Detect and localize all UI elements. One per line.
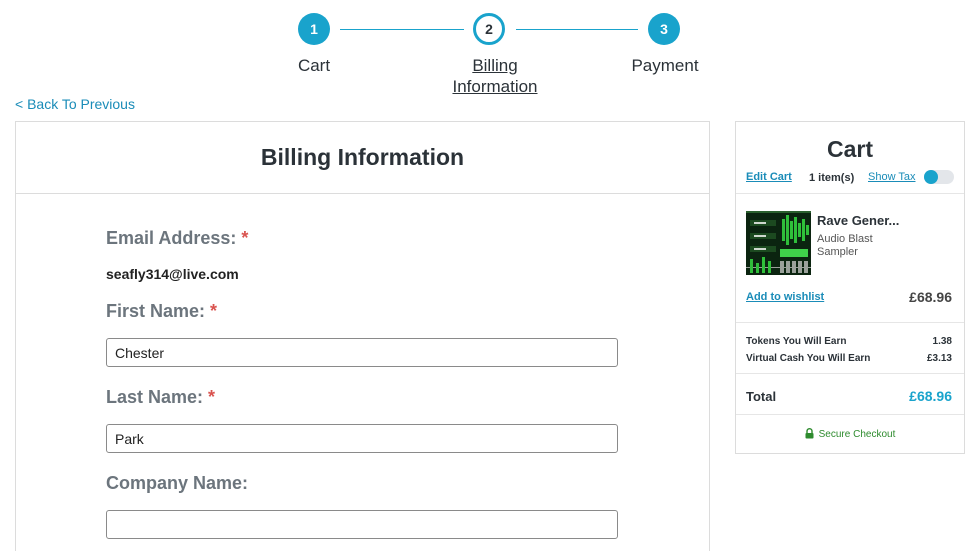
tokens-value: 1.38 [932,336,952,347]
required-asterisk: * [241,228,249,248]
step-3-label[interactable]: Payment [620,55,710,76]
step-3-circle[interactable]: 3 [648,13,680,45]
divider [736,322,964,323]
step-1-circle[interactable]: 1 [298,13,330,45]
billing-panel: Billing Information Email Address: * sea… [15,121,710,551]
company-name-label-text: Company Name: [106,473,249,493]
step-2-label-line2: Information [452,77,538,96]
total-label: Total [746,389,777,404]
step-2-circle: 2 [473,13,505,45]
step-2-label: Billing Information [440,55,550,97]
virtual-cash-row: Virtual Cash You Will Earn £3.13 [746,353,952,364]
step-2-label-line1: Billing [472,56,518,75]
virtual-cash-value: £3.13 [926,353,952,364]
toggle-knob [924,170,938,184]
item-count: 1 item(s) [809,172,855,184]
first-name-label-text: First Name: [106,301,206,321]
secure-checkout: Secure Checkout [736,428,964,440]
add-to-wishlist-link[interactable]: Add to wishlist [746,291,824,303]
divider [736,373,964,374]
cart-panel: Cart Edit Cart 1 item(s) Show Tax Rave G… [735,121,965,454]
billing-header: Billing Information [16,122,709,194]
back-to-previous-link[interactable]: < Back To Previous [15,96,135,112]
tokens-label: Tokens You Will Earn [746,336,847,347]
step-1-label[interactable]: Cart [284,55,344,76]
company-name-label: Company Name: [106,473,248,494]
step-connector [340,29,464,30]
cart-title: Cart [826,136,873,162]
required-asterisk: * [208,387,216,407]
last-name-label-text: Last Name: [106,387,204,407]
product-thumbnail[interactable] [746,211,811,275]
company-name-input[interactable] [106,510,618,539]
email-label-text: Email Address: [106,228,237,248]
show-tax-link[interactable]: Show Tax [868,171,916,183]
required-asterisk: * [210,301,218,321]
billing-title: Billing Information [260,144,465,170]
product-thumbnail-art [746,211,811,275]
last-name-input[interactable] [106,424,618,453]
secure-checkout-label: Secure Checkout [818,429,896,440]
last-name-label: Last Name: * [106,387,215,408]
product-name[interactable]: Rave Gener... [817,213,899,228]
checkout-stepper: 1 2 3 Cart Billing Information Payment [0,0,980,100]
first-name-input[interactable] [106,338,618,367]
tokens-row: Tokens You Will Earn 1.38 [746,336,952,347]
show-tax-toggle[interactable] [924,170,954,184]
edit-cart-link[interactable]: Edit Cart [746,171,792,183]
email-value: seafly314@live.com [106,266,239,282]
email-label: Email Address: * [106,228,248,249]
divider [736,193,964,194]
total-value: £68.96 [909,388,952,404]
divider [736,414,964,415]
product-price: £68.96 [909,289,952,305]
product-meta: Audio Blast Sampler [817,233,873,259]
virtual-cash-label: Virtual Cash You Will Earn [746,353,871,364]
product-category: Sampler [817,246,858,258]
cart-subheader: Edit Cart 1 item(s) Show Tax [746,170,954,185]
first-name-label: First Name: * [106,301,217,322]
step-connector [516,29,638,30]
product-brand: Audio Blast [817,233,873,245]
lock-icon [805,428,814,439]
